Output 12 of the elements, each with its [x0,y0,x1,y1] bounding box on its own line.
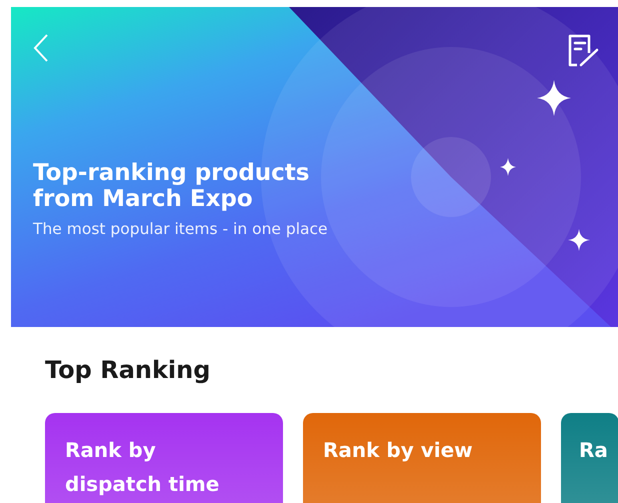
sparkle-icon [500,158,516,176]
rank-card[interactable]: Rank by view [303,413,541,503]
rank-card[interactable]: Ra [561,413,618,503]
rank-card[interactable]: Rank by dispatch time [45,413,283,503]
notes-button[interactable] [567,33,600,68]
section-title: Top Ranking [45,355,212,385]
banner-title: Top-ranking products from March Expo [33,160,310,212]
banner-subtitle: The most popular items - in one place [33,220,329,238]
back-icon [33,33,49,63]
sparkle-icon [537,80,571,116]
notes-edit-icon [567,33,600,68]
sparkle-icon [568,229,590,251]
